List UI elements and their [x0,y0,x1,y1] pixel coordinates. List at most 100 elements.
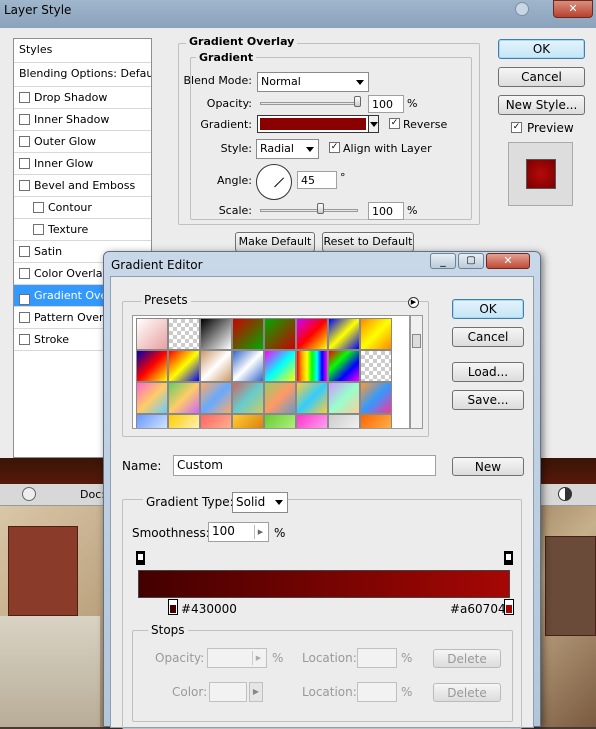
style-item-checkbox[interactable] [19,334,30,345]
preset-swatch[interactable] [200,350,232,382]
preset-swatch[interactable] [264,350,296,382]
contrast-icon[interactable] [558,487,572,501]
stepper-arrow-icon[interactable]: ▶ [254,525,266,539]
presets-menu-icon[interactable]: ▶ [408,297,419,308]
gradient-bar[interactable] [138,570,510,598]
layer-style-cancel-button[interactable]: Cancel [498,67,585,87]
preset-swatch[interactable] [296,414,328,428]
preset-swatch[interactable] [264,318,296,350]
stop-location-input-1[interactable] [357,648,397,668]
style-item-inner-glow[interactable]: Inner Glow [14,153,151,175]
opacity-input[interactable]: 100 [368,95,404,113]
style-item-checkbox[interactable] [19,158,30,169]
style-item-checkbox[interactable] [33,202,44,213]
color-arrow-icon[interactable]: ▶ [249,682,263,702]
preview-checkbox[interactable]: ✓ [511,122,522,133]
style-item-checkbox[interactable] [19,92,30,103]
preset-swatch[interactable] [328,414,360,428]
smoothness-input[interactable]: 100 ▶ [208,522,269,542]
style-item-checkbox[interactable] [33,224,44,235]
styles-header[interactable]: Styles [14,39,151,63]
style-item-texture[interactable]: Texture [14,219,151,241]
gradient-dropdown-button[interactable] [368,115,379,133]
gradient-type-select[interactable]: Solid [232,492,288,513]
angle-dial[interactable] [256,164,292,200]
style-select[interactable]: Radial [256,139,319,159]
opacity-slider-track[interactable] [260,102,360,105]
ge-load-button[interactable]: Load... [452,362,524,382]
preset-swatch[interactable] [360,318,392,350]
style-item-checkbox[interactable] [19,136,30,147]
left-opacity-stop[interactable] [136,551,145,565]
status-icon[interactable] [22,487,36,501]
new-style-button[interactable]: New Style... [498,95,585,115]
gradient-picker[interactable] [257,115,369,133]
maximize-icon[interactable]: ▢ [458,253,484,269]
preset-swatch[interactable] [168,318,200,350]
preset-swatch[interactable] [168,382,200,414]
name-input[interactable]: Custom [173,455,436,476]
style-item-inner-shadow[interactable]: Inner Shadow [14,109,151,131]
style-item-checkbox[interactable] [19,312,30,323]
preset-swatch[interactable] [200,318,232,350]
layer-style-ok-button[interactable]: OK [498,39,585,59]
right-opacity-stop[interactable] [504,551,513,565]
ge-cancel-button[interactable]: Cancel [452,327,524,347]
preset-swatch[interactable] [328,382,360,414]
style-item-checkbox[interactable] [19,268,30,279]
stop-opacity-input[interactable]: ▶ [207,648,267,668]
preset-swatch[interactable] [232,382,264,414]
preset-swatch[interactable] [200,382,232,414]
preset-swatch[interactable] [136,350,168,382]
style-item-checkbox[interactable] [19,114,30,125]
style-item-drop-shadow[interactable]: Drop Shadow [14,87,151,109]
style-item-checkbox[interactable] [19,246,30,257]
new-gradient-button[interactable]: New [452,457,524,476]
reset-to-default-button[interactable]: Reset to Default [322,232,414,252]
reverse-checkbox[interactable]: ✓ [389,118,400,129]
style-item-bevel-and-emboss[interactable]: Bevel and Emboss [14,175,151,197]
preset-swatch[interactable] [168,414,200,428]
preset-swatch[interactable] [328,318,360,350]
preset-swatch[interactable] [296,382,328,414]
blend-mode-select[interactable]: Normal [257,72,369,92]
presets-scrollbar[interactable] [410,315,423,429]
preset-swatch[interactable] [168,350,200,382]
stop-location-input-2[interactable] [357,682,397,702]
preset-swatch[interactable] [360,382,392,414]
scale-slider-track[interactable] [260,209,358,212]
scale-slider-thumb[interactable] [317,203,324,214]
make-default-button[interactable]: Make Default [235,232,315,252]
preset-swatch[interactable] [296,318,328,350]
help-icon[interactable] [515,2,529,16]
ge-ok-button[interactable]: OK [452,299,524,319]
preset-swatch[interactable] [200,414,232,428]
preset-swatch[interactable] [136,318,168,350]
close-icon[interactable]: ✕ [486,253,530,269]
delete-opacity-stop-button[interactable]: Delete [433,649,501,668]
ge-save-button[interactable]: Save... [452,390,524,410]
preset-swatch[interactable] [360,414,392,428]
style-item-checkbox[interactable]: ✓ [19,294,30,305]
preset-swatch[interactable] [232,318,264,350]
preset-swatch[interactable] [136,414,168,428]
angle-input[interactable]: 45 [297,171,337,189]
preset-swatch[interactable] [296,350,328,382]
stepper-arrow-icon[interactable]: ▶ [252,651,264,665]
preset-swatch[interactable] [232,350,264,382]
style-item-outer-glow[interactable]: Outer Glow [14,131,151,153]
style-item-checkbox[interactable] [19,180,30,191]
preset-swatch[interactable] [264,382,296,414]
scrollbar-thumb[interactable] [412,334,421,348]
minimize-icon[interactable]: _ [430,253,456,269]
preset-swatch[interactable] [328,350,360,382]
close-icon[interactable]: ✕ [553,0,593,18]
preset-swatch[interactable] [360,350,392,382]
align-with-layer-checkbox[interactable]: ✓ [329,142,340,153]
opacity-slider-thumb[interactable] [354,96,361,107]
blending-options-item[interactable]: Blending Options: Default [14,63,151,87]
style-item-contour[interactable]: Contour [14,197,151,219]
delete-color-stop-button[interactable]: Delete [433,683,501,702]
scale-input[interactable]: 100 [368,202,404,220]
preset-swatch[interactable] [264,414,296,428]
